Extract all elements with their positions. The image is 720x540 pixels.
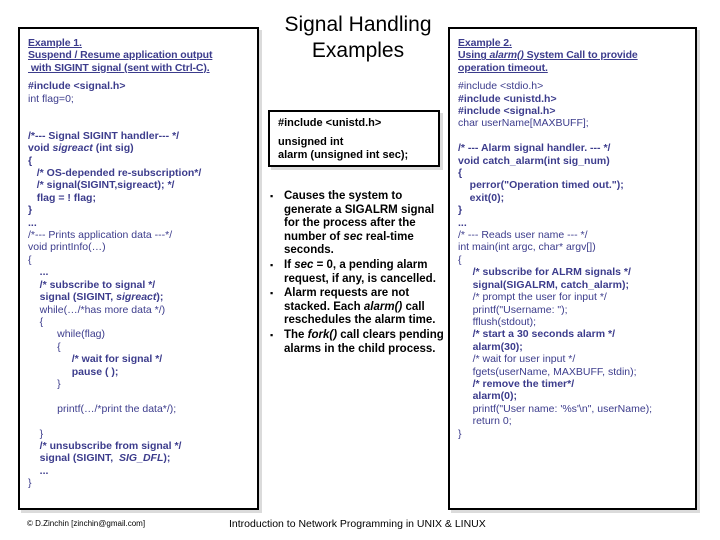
code-line: void printInfo(…): [28, 241, 106, 254]
code-line: /* wait for user input */: [458, 353, 576, 366]
page-title: Signal Handling Examples: [284, 13, 432, 62]
code-line: ...: [458, 216, 467, 229]
example1-heading-line: Example 1.: [28, 37, 82, 49]
code-line: int main(int argc, char* argv[]): [458, 241, 596, 254]
code-line: int flag=0;: [28, 92, 74, 105]
code-line: /* subscribe for ALRM signals */: [458, 266, 631, 279]
alarm-prototype-line: alarm (unsigned int sec);: [278, 149, 409, 161]
code-line: /* wait for signal */: [28, 353, 163, 366]
code-line: fgets(userName, MAXBUFF, stdin);: [458, 365, 637, 378]
alarm-prototype-line: unsigned int: [278, 136, 344, 148]
code-line: /*--- Signal SIGINT handler--- */: [28, 129, 180, 142]
code-line: {: [458, 167, 463, 180]
code-line: /* signal(SIGINT,sigreact); */: [28, 179, 175, 192]
footer-copyright: © D.Zinchin [zinchin@gmail.com]: [27, 519, 146, 528]
code-line: {: [28, 340, 61, 353]
alarm-prototype-line: #include <unistd.h>: [278, 117, 382, 129]
example2-code-block: #include <stdio.h> #include <unistd.h> #in…: [458, 80, 689, 440]
code-line: fflush(stdout);: [458, 315, 537, 328]
code-line: /*--- Prints application data ---*/: [28, 229, 173, 242]
code-line: }: [28, 427, 44, 440]
example1-heading-line: with SIGINT signal (sent with Ctrl-C).: [28, 61, 210, 74]
code-line: void catch_alarm(int sig_num): [458, 154, 610, 167]
example1-heading-line: Suspend / Resume application output: [28, 49, 213, 62]
code-line: }: [28, 204, 33, 217]
bullet-emphasis: alarm(): [363, 300, 403, 313]
bullet-item: If sec = 0, a pending alarm request, if …: [268, 258, 446, 286]
code-line: #include <signal.h>: [458, 105, 556, 118]
code-line: /* unsubscribe from signal */: [28, 439, 182, 452]
example1-panel: Example 1. Suspend / Resume application …: [18, 27, 259, 510]
code-line: /* subscribe to signal */: [28, 278, 156, 291]
example2-heading-line: Using alarm() System Call to provide: [458, 49, 638, 62]
code-line: alarm(30);: [458, 340, 523, 353]
alarm-prototype-lines: #include <unistd.h> unsigned int alarm (un…: [278, 117, 432, 162]
code-line: /* --- Reads user name --- */: [458, 229, 588, 242]
footer-course-title: Introduction to Network Programming in U…: [229, 518, 486, 530]
example2-heading: Example 2. Using alarm() System Call to …: [458, 37, 689, 74]
code-line: ...: [28, 216, 37, 229]
code-line: return 0;: [458, 415, 512, 428]
bullet-item: The fork() call clears pending alarms in…: [268, 328, 446, 356]
code-line: {: [28, 253, 32, 266]
code-line: alarm(0);: [458, 390, 517, 403]
code-line: /* --- Alarm signal handler. --- */: [458, 142, 611, 155]
code-line: }: [458, 204, 463, 217]
example2-panel: Example 2. Using alarm() System Call to …: [448, 27, 697, 510]
code-line: #include <stdio.h>: [458, 80, 544, 93]
example2-heading-line: operation timeout.: [458, 61, 548, 74]
code-line: /* start a 30 seconds alarm */: [458, 328, 615, 341]
code-line: }: [458, 427, 462, 440]
example2-heading-line: Example 2.: [458, 37, 512, 49]
code-line: printf(…/*print the data*/);: [28, 402, 177, 415]
alarm-prototype-panel: #include <unistd.h> unsigned int alarm (un…: [268, 110, 440, 167]
bullet-emphasis: fork(): [307, 328, 338, 341]
code-line: signal (SIGINT, SIG_DFL);: [28, 452, 171, 465]
code-emphasis: sigreact: [52, 142, 93, 155]
code-line: void sigreact (int sig): [28, 142, 134, 155]
heading-emphasis: alarm(): [489, 49, 524, 62]
code-line: ...: [28, 266, 49, 279]
code-line: while(flag): [28, 328, 106, 341]
code-line: printf("User name: '%s'\n", userName);: [458, 402, 653, 415]
code-line: signal(SIGALRM, catch_alarm);: [458, 278, 629, 291]
code-line: /* OS-depended re-subscription*/: [28, 167, 202, 180]
example1-heading: Example 1. Suspend / Resume application …: [28, 37, 251, 74]
code-line: #include <unistd.h>: [458, 92, 557, 105]
code-line: ...: [28, 464, 49, 477]
example1-code-block: #include <signal.h> int flag=0; /*--- Sign…: [28, 80, 251, 489]
code-emphasis: SIG_DFL: [119, 452, 164, 465]
code-line: while(…/*has more data */): [28, 303, 166, 316]
bullet-emphasis: sec: [294, 258, 314, 271]
code-line: perror("Operation timed out.");: [458, 179, 624, 192]
code-line: flag = ! flag;: [28, 191, 96, 204]
bullet-item: Alarm requests are not stacked. Each ala…: [268, 286, 446, 328]
bullet-item: Causes the system to generate a SIGALRM …: [268, 189, 446, 258]
code-line: }: [28, 477, 32, 490]
code-line: /* prompt the user for input */: [458, 291, 607, 304]
code-line: char userName[MAXBUFF];: [458, 117, 589, 130]
code-line: pause ( );: [28, 365, 119, 378]
code-line: /* remove the timer*/: [458, 377, 575, 390]
code-emphasis: sigreact: [116, 291, 157, 304]
code-line: {: [28, 154, 33, 167]
code-line: }: [28, 377, 61, 390]
slide-root: Signal Handling Examples Example 1. Susp…: [0, 0, 720, 540]
code-line: printf("Username: ");: [458, 303, 568, 316]
code-line: {: [458, 253, 462, 266]
code-line: signal (SIGINT, sigreact);: [28, 291, 164, 304]
code-line: #include <signal.h>: [28, 80, 126, 93]
code-line: {: [28, 315, 44, 328]
bullet-emphasis: sec: [343, 230, 363, 243]
code-line: exit(0);: [458, 191, 505, 204]
alarm-bullet-list: Causes the system to generate a SIGALRM …: [268, 189, 446, 357]
